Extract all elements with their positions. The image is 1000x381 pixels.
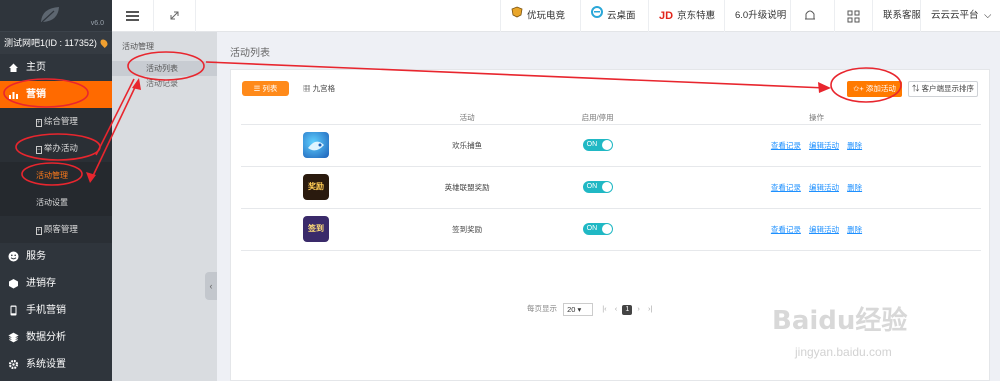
sidebar-item-service[interactable]: 服务 [0, 243, 112, 270]
expand-box-icon: + [36, 119, 42, 127]
edit-activity-link[interactable]: 编辑活动 [809, 141, 839, 150]
sort-icon: ⇅ [911, 84, 922, 93]
page-title: 活动列表 [230, 48, 270, 59]
first-page-icon[interactable]: |‹ [602, 302, 606, 316]
topbar-link-youwan[interactable]: 优玩电竞 [500, 0, 580, 32]
pagination: 每页显示 20 ▾ |‹ ‹ 1 › ›| [527, 302, 655, 316]
view-records-link[interactable]: 查看记录 [771, 141, 801, 150]
page-size-select[interactable]: 20 ▾ [563, 302, 594, 316]
view-records-link[interactable]: 查看记录 [771, 225, 801, 234]
secondary-nav-title: 活动管理 [122, 42, 154, 51]
prev-page-icon[interactable]: ‹ [615, 302, 618, 316]
chart-icon [9, 92, 18, 99]
activity-name: 签到奖励 [391, 208, 544, 251]
delete-link[interactable]: 删除 [847, 141, 862, 150]
enable-toggle[interactable]: ON [582, 223, 613, 235]
layers-icon [8, 332, 19, 343]
location-pin-icon [99, 38, 109, 48]
delete-link[interactable]: 删除 [847, 183, 862, 192]
grid-icon: ▦ [303, 84, 313, 93]
client-sort-button[interactable]: ⇅ 客户端显示排序 [908, 81, 978, 97]
column-header-activity: 活动 [391, 112, 544, 125]
smile-icon [8, 251, 19, 262]
last-page-icon[interactable]: ›| [648, 302, 652, 316]
activity-name: 欢乐捕鱼 [391, 124, 544, 167]
secondary-item-activity-records[interactable]: 活动记录 [112, 76, 217, 91]
sidebar-item-mobile-marketing[interactable]: 手机营销 [0, 297, 112, 324]
column-header-toggle: 启用/停用 [543, 112, 652, 125]
secondary-item-activity-list[interactable]: 活动列表 [112, 61, 217, 76]
e-icon [591, 0, 603, 32]
version-label: v6.0 [90, 20, 104, 27]
table-row: 欢乐捕鱼 ON 查看记录 编辑活动 删除 [241, 124, 981, 167]
gear-icon [8, 359, 19, 370]
activity-table: 活动 启用/停用 操作 欢乐捕鱼 ON 查看记录 编辑活动 删除 奖励 英雄联盟… [241, 112, 981, 251]
delete-link[interactable]: 删除 [847, 225, 862, 234]
top-bar: 优玩电竞 云桌面 JD 京东特惠 6.0升级说明 联系客服 云云云平台 ⌵ [112, 0, 1000, 32]
menu-toggle-icon[interactable] [112, 0, 154, 32]
expand-box-icon: + [36, 227, 42, 235]
leaf-logo-icon [41, 7, 59, 23]
add-activity-button[interactable]: ✩+ 添加活动 [847, 81, 902, 97]
current-page[interactable]: 1 [622, 305, 633, 315]
sidebar-item-activity-settings[interactable]: 活动设置 [0, 189, 112, 216]
box-icon [9, 279, 18, 289]
sidebar-item-home[interactable]: 主页 [0, 54, 112, 81]
table-row: 签到 签到奖励 ON 查看记录 编辑活动 删除 [241, 208, 981, 251]
sidebar-item-activity-manage[interactable]: 活动管理 [0, 162, 112, 189]
contact-service-link[interactable]: 联系客服 [872, 0, 921, 32]
star-plus-icon: ✩+ [853, 84, 866, 93]
sidebar-item-marketing[interactable]: 营销 [0, 81, 112, 108]
chevron-down-icon: ⌵ [984, 10, 992, 21]
account-label[interactable]: 测试网吧1(ID : 117352) [0, 32, 112, 54]
enable-toggle[interactable]: ON [582, 181, 613, 193]
logo: v6.0 [0, 0, 112, 32]
collapse-arrow-icon[interactable]: ‹ [205, 272, 217, 300]
activity-name: 英雄联盟奖励 [391, 166, 544, 209]
topbar-link-upgrade[interactable]: 6.0升级说明 [724, 0, 790, 32]
tab-grid-view[interactable]: ▦ 九宫格 [303, 81, 335, 96]
activity-thumbnail: 签到 [303, 216, 329, 242]
home-icon [9, 63, 18, 72]
table-row: 奖励 英雄联盟奖励 ON 查看记录 编辑活动 删除 [241, 166, 981, 209]
main-sidebar: v6.0 测试网吧1(ID : 117352) 主页 营销 + 综合管理 − 举… [0, 0, 112, 381]
next-page-icon[interactable]: › [637, 302, 640, 316]
sidebar-item-customer[interactable]: + 顾客管理 [0, 216, 112, 243]
sidebar-item-system-settings[interactable]: 系统设置 [0, 351, 112, 378]
topbar-link-jd[interactable]: JD 京东特惠 [648, 0, 724, 32]
sidebar-item-data-analysis[interactable]: 数据分析 [0, 324, 112, 351]
bell-icon[interactable] [790, 0, 828, 32]
jd-icon: JD [659, 10, 674, 22]
enable-toggle[interactable]: ON [582, 139, 613, 151]
activity-thumbnail: 奖励 [303, 174, 329, 200]
shield-icon [511, 0, 523, 32]
sidebar-item-host-activity[interactable]: − 举办活动 [0, 135, 112, 162]
phone-icon [10, 305, 17, 316]
platform-dropdown[interactable]: 云云云平台 ⌵ [920, 0, 1000, 32]
topbar-link-cloud-desktop[interactable]: 云桌面 [580, 0, 648, 32]
watermark-url: jingyan.baidu.com [795, 345, 892, 359]
edit-activity-link[interactable]: 编辑活动 [809, 183, 839, 192]
view-records-link[interactable]: 查看记录 [771, 183, 801, 192]
edit-activity-link[interactable]: 编辑活动 [809, 225, 839, 234]
watermark-logo: Baidu经验 [772, 306, 908, 336]
fullscreen-icon[interactable] [154, 0, 196, 32]
column-header-actions: 操作 [651, 112, 981, 125]
secondary-nav: 活动管理 活动列表 活动记录 ‹ [112, 32, 217, 381]
sidebar-item-general[interactable]: + 综合管理 [0, 108, 112, 135]
sidebar-item-inventory[interactable]: 进销存 [0, 270, 112, 297]
apps-icon[interactable] [834, 0, 872, 32]
collapse-box-icon: − [36, 146, 42, 154]
tab-list-view[interactable]: ☰ 列表 [242, 81, 289, 96]
page-size-label: 每页显示 [527, 304, 557, 313]
column-header [241, 112, 391, 125]
activity-thumbnail [303, 132, 329, 158]
